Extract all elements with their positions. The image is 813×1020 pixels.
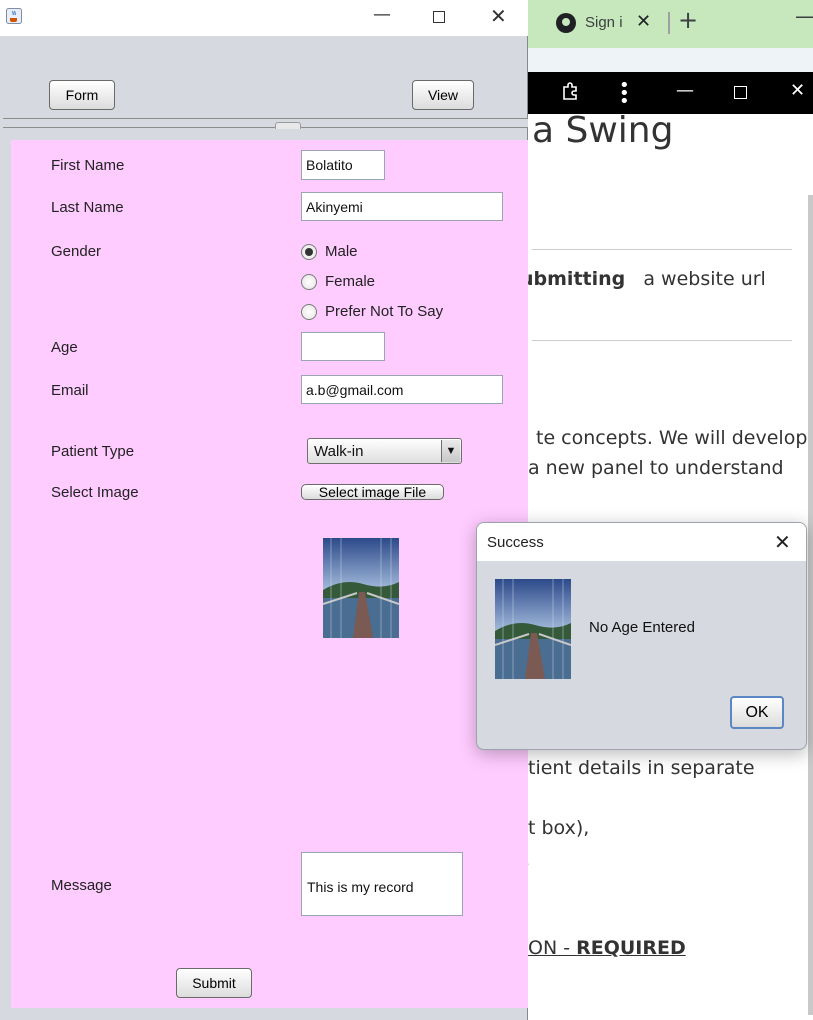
- window-minimize-icon[interactable]: —: [373, 4, 391, 25]
- radio-button[interactable]: [301, 273, 317, 290]
- body-line: tient details in separate: [528, 757, 755, 779]
- split-pane-divider[interactable]: [3, 118, 528, 128]
- required-bold: REQUIRED: [576, 937, 686, 959]
- new-tab-icon[interactable]: +: [678, 6, 698, 34]
- page-heading: a Swing: [532, 110, 674, 151]
- radio-label: Female: [325, 273, 376, 290]
- browser-minimize-icon[interactable]: —: [795, 4, 813, 28]
- split-pane-grip[interactable]: [275, 122, 301, 129]
- email-field[interactable]: a.b@gmail.com: [301, 375, 503, 404]
- view-button[interactable]: View: [412, 80, 474, 110]
- radio-button[interactable]: [301, 303, 317, 320]
- gender-label: Gender: [51, 243, 102, 260]
- select-value: Walk-in: [314, 443, 364, 460]
- first-name-field[interactable]: Bolatito: [301, 150, 385, 180]
- patient-type-select[interactable]: Walk-in ▼: [307, 438, 462, 464]
- github-icon: [556, 13, 576, 33]
- divider: [532, 249, 792, 250]
- dialog-close-icon[interactable]: ✕: [774, 530, 791, 554]
- first-name-label: First Name: [51, 157, 125, 174]
- dialog-message: No Age Entered: [589, 619, 695, 636]
- patient-type-label: Patient Type: [51, 443, 135, 460]
- success-dialog: Success ✕ No Age Entered OK: [476, 522, 807, 750]
- dialog-image: [495, 579, 571, 679]
- browser-address-bar[interactable]: [528, 48, 813, 72]
- body-line: te concepts. We will develop: [536, 427, 808, 449]
- tab-separator: [668, 12, 670, 34]
- overlay-close-icon[interactable]: ✕: [790, 80, 805, 101]
- submit-button[interactable]: Submit: [176, 968, 252, 998]
- window-maximize-icon[interactable]: [433, 11, 445, 23]
- message-label: Message: [51, 877, 112, 894]
- image-preview: [323, 538, 399, 638]
- java-icon: [6, 8, 22, 24]
- last-name-label: Last Name: [51, 199, 124, 216]
- form-button[interactable]: Form: [49, 80, 115, 110]
- last-name-field[interactable]: Akinyemi: [301, 192, 503, 221]
- gender-radio-male[interactable]: Male: [301, 243, 358, 260]
- submit-bold-text: ubmitting: [520, 268, 626, 290]
- window-titlebar: [0, 0, 528, 36]
- browser-tab-title[interactable]: Sign i: [585, 14, 623, 31]
- age-label: Age: [51, 339, 78, 356]
- submit-text: ubmitting a website url: [520, 268, 766, 290]
- required-link[interactable]: ON - REQUIRED: [528, 937, 686, 959]
- radio-label: Male: [325, 243, 358, 260]
- select-image-button[interactable]: Select image File: [301, 484, 444, 500]
- required-prefix: ON -: [528, 937, 577, 959]
- overlay-minimize-icon[interactable]: —: [676, 80, 694, 101]
- extensions-icon[interactable]: [561, 81, 581, 101]
- browser-scrollbar[interactable]: [808, 195, 813, 1015]
- ok-button[interactable]: OK: [730, 696, 784, 729]
- divider: [532, 340, 792, 341]
- submit-rest-text: a website url: [643, 268, 766, 290]
- window-close-icon[interactable]: ✕: [490, 4, 507, 28]
- body-line: t box),: [528, 817, 590, 839]
- radio-button-checked[interactable]: [301, 243, 317, 260]
- body-line: a new panel to understand: [528, 457, 784, 479]
- swing-window: — ✕ Form View First Name Bolatito Last N…: [0, 0, 528, 1020]
- email-label: Email: [51, 382, 89, 399]
- overlay-maximize-icon[interactable]: [734, 86, 747, 99]
- gender-radio-prefer-not[interactable]: Prefer Not To Say: [301, 303, 443, 320]
- gender-radio-female[interactable]: Female: [301, 273, 375, 290]
- message-textarea[interactable]: This is my record: [301, 852, 463, 916]
- age-field[interactable]: [301, 332, 385, 361]
- browser-tab-close-icon[interactable]: ✕: [636, 11, 651, 32]
- more-options-icon[interactable]: • • •: [619, 77, 630, 111]
- radio-label: Prefer Not To Say: [325, 303, 444, 320]
- dropdown-arrow-icon[interactable]: ▼: [441, 440, 460, 462]
- select-image-label: Select Image: [51, 484, 139, 501]
- dialog-title: Success: [487, 534, 544, 551]
